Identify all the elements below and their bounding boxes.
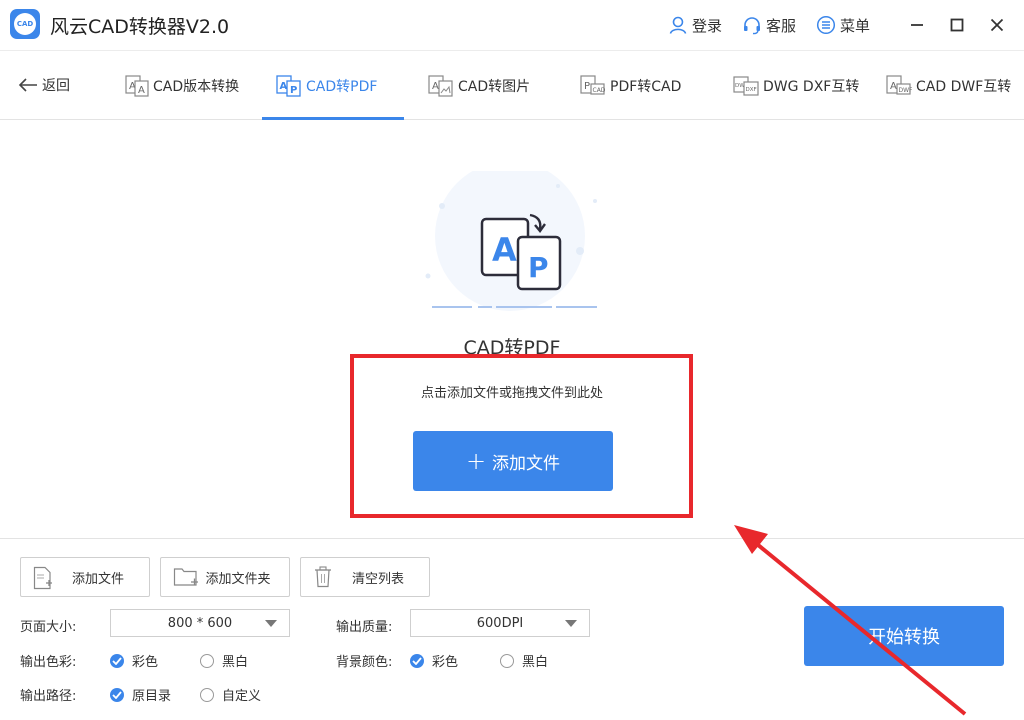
- window-controls: [902, 10, 1012, 40]
- output-path-label: 输出路径:: [20, 689, 77, 704]
- pdf-to-cad-icon: P CAD: [580, 74, 606, 95]
- svg-text:P: P: [584, 81, 590, 92]
- page-size-label: 页面大小:: [20, 620, 77, 635]
- customer-service-button[interactable]: 客服: [742, 15, 796, 36]
- checked-radio-icon: [110, 687, 124, 702]
- svg-text:A: A: [432, 81, 439, 92]
- option-label: 彩色: [432, 655, 459, 670]
- option-label: 黑白: [522, 655, 549, 670]
- chevron-down-icon: [565, 620, 577, 627]
- radio-icon: [500, 653, 514, 668]
- cad-to-pdf-illustration: A P: [425, 171, 597, 311]
- headset-icon: [743, 17, 760, 35]
- maximize-icon: [950, 18, 964, 32]
- cad-to-image-icon: A: [428, 74, 453, 97]
- clear-list-label: 清空列表: [351, 571, 404, 587]
- close-icon: [990, 18, 1004, 32]
- tab-label: PDF转CAD: [610, 78, 682, 95]
- back-button[interactable]: 返回: [18, 75, 70, 95]
- maximize-button[interactable]: [942, 10, 972, 40]
- tab-cad-version-convert[interactable]: AA CAD版本转换: [125, 51, 239, 120]
- cad-dwf-icon: A DWF: [886, 74, 913, 95]
- page-size-select[interactable]: 800 * 600: [110, 609, 290, 637]
- service-label: 客服: [765, 16, 796, 35]
- svg-text:A: A: [492, 231, 517, 269]
- add-file-label: 添加文件: [71, 571, 124, 587]
- option-label: 自定义: [222, 689, 262, 704]
- svg-text:P: P: [528, 251, 549, 284]
- title-bar-actions: 登录 客服 菜单: [668, 0, 1024, 50]
- svg-text:CAD: CAD: [593, 87, 606, 94]
- start-convert-label: 开始转换: [868, 627, 940, 648]
- arrow-left-icon: [18, 78, 37, 92]
- tab-label: CAD转图片: [458, 78, 531, 95]
- output-color-label: 输出色彩:: [20, 655, 77, 670]
- option-label: 原目录: [132, 689, 172, 704]
- output-path-option-original[interactable]: 原目录: [110, 685, 171, 704]
- back-label: 返回: [42, 78, 70, 94]
- output-path-option-custom[interactable]: 自定义: [200, 685, 261, 704]
- svg-text:DWF: DWF: [899, 87, 913, 94]
- active-tab-indicator: [262, 117, 404, 120]
- add-folder-label: 添加文件夹: [205, 571, 271, 587]
- app-logo-text: CAD: [14, 13, 36, 35]
- option-label: 黑白: [222, 655, 249, 670]
- cad-to-pdf-icon: AP: [276, 74, 301, 97]
- bg-color-option-bw[interactable]: 黑白: [500, 651, 548, 670]
- svg-text:A: A: [280, 81, 288, 92]
- page-size-value: 800 * 600: [167, 615, 233, 631]
- svg-text:A: A: [138, 85, 145, 96]
- output-color-option-color[interactable]: 彩色: [110, 651, 158, 670]
- login-label: 登录: [691, 16, 722, 35]
- quality-select[interactable]: 600DPI: [410, 609, 590, 637]
- quality-value: 600DPI: [476, 615, 524, 631]
- tab-label: CAD转PDF: [306, 78, 378, 95]
- radio-icon: [200, 687, 214, 702]
- svg-text:A: A: [890, 81, 897, 92]
- svg-text:DXF: DXF: [746, 87, 757, 93]
- login-button[interactable]: 登录: [668, 15, 722, 36]
- bg-color-label: 背景颜色:: [336, 655, 393, 670]
- file-drop-area[interactable]: A P CAD转PDF 点击添加文件或拖拽文件到此处 + 添加文件: [0, 121, 1024, 538]
- app-title: 风云CAD转换器V2.0: [50, 16, 230, 38]
- menu-button[interactable]: 菜单: [816, 15, 870, 36]
- settings-panel: 添加文件 添加文件夹 清空列表 页面大小: 800 * 600 输出质量: 60…: [0, 538, 1024, 720]
- tab-label: CAD版本转换: [153, 78, 240, 95]
- start-convert-button[interactable]: 开始转换: [804, 606, 1004, 666]
- tab-cad-dwf-convert[interactable]: A DWF CAD DWF互转: [886, 51, 1011, 120]
- tab-label: DWG DXF互转: [763, 78, 860, 95]
- output-color-option-bw[interactable]: 黑白: [200, 651, 248, 670]
- title-bar: CAD 风云CAD转换器V2.0 登录 客服 菜单: [0, 0, 1024, 50]
- tab-pdf-to-cad[interactable]: P CAD PDF转CAD: [580, 51, 681, 120]
- option-label: 彩色: [132, 655, 159, 670]
- app-logo: CAD: [10, 9, 40, 39]
- radio-icon: [200, 653, 214, 668]
- chevron-down-icon: [265, 620, 277, 627]
- function-tab-bar: 返回 AA CAD版本转换 AP CAD转PDF A CAD转图片 P CAD P…: [0, 50, 1024, 120]
- checked-radio-icon: [110, 653, 124, 668]
- tab-dwg-dxf-convert[interactable]: DWG DXF DWG DXF互转: [733, 51, 859, 120]
- quality-label: 输出质量:: [336, 620, 393, 635]
- close-button[interactable]: [982, 10, 1012, 40]
- svg-text:P: P: [290, 85, 297, 96]
- tab-label: CAD DWF互转: [916, 78, 1012, 95]
- cad-version-icon: AA: [125, 74, 149, 97]
- bg-color-option-color[interactable]: 彩色: [410, 651, 458, 670]
- tab-cad-to-image[interactable]: A CAD转图片: [428, 51, 530, 120]
- minimize-button[interactable]: [902, 10, 932, 40]
- tab-cad-to-pdf[interactable]: AP CAD转PDF: [276, 51, 377, 120]
- checked-radio-icon: [410, 653, 424, 668]
- highlight-annotation-box: [350, 354, 693, 518]
- clear-list-button[interactable]: 清空列表: [300, 557, 430, 597]
- add-file-button[interactable]: 添加文件: [20, 557, 150, 597]
- menu-label: 菜单: [839, 16, 870, 35]
- menu-list-icon: [816, 15, 836, 35]
- dwg-dxf-icon: DWGDXF: [733, 75, 759, 96]
- add-folder-button[interactable]: 添加文件夹: [160, 557, 290, 597]
- user-icon: [669, 16, 687, 34]
- minimize-icon: [911, 24, 923, 26]
